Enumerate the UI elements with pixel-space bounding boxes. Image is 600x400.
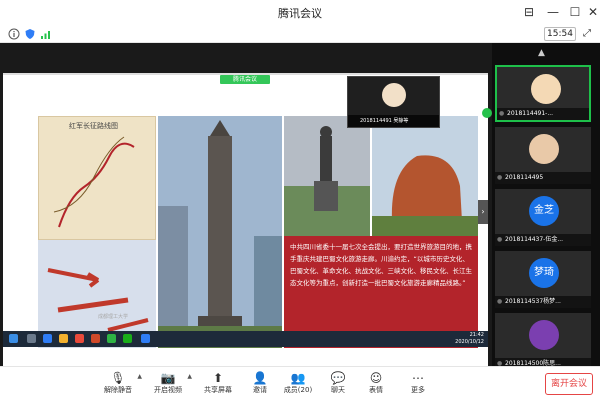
share-label: 共享屏幕	[204, 386, 232, 394]
rock-photo	[372, 116, 478, 236]
chevron-up-icon[interactable]: ▲	[187, 373, 192, 380]
more-label: 更多	[411, 386, 425, 394]
windows-icon	[9, 334, 18, 343]
chevron-up-icon[interactable]: ▲	[538, 48, 545, 58]
slide-footer: 成都理工大学	[98, 314, 129, 320]
video-button[interactable]: 📷 开启视频 ▲	[146, 371, 192, 399]
powerpoint-icon	[91, 334, 100, 343]
taskbar-date: 2020/10/12	[455, 339, 484, 345]
folder-icon	[59, 334, 68, 343]
info-icon[interactable]	[8, 28, 20, 40]
monument-drawing	[158, 116, 282, 348]
participant-avatar	[529, 134, 559, 164]
taskview-icon	[27, 334, 36, 343]
participant-panel: ▲ ● 2018114491-... ● 2018114495 金芝 ● 201…	[492, 43, 600, 370]
monument-photo	[158, 116, 282, 348]
more-button[interactable]: ⋯ 更多	[396, 371, 440, 399]
fullscreen-icon[interactable]: ⤢	[580, 27, 594, 41]
wechat-icon	[107, 334, 116, 343]
close-button[interactable]: ✕	[584, 3, 600, 21]
meeting-clock: 15:54	[544, 27, 576, 41]
mute-label: 解除静音	[104, 386, 132, 394]
collapse-panel-icon[interactable]: ›	[478, 200, 488, 224]
participant-name: 2018114495	[495, 172, 591, 184]
rock-drawing	[372, 116, 478, 236]
bottom-toolbar: 🎙 解除静音 ▲ 📷 开启视频 ▲ ⬆ 共享屏幕 👤 邀请 👥 成员(20) 💬…	[0, 366, 600, 400]
chevron-up-icon[interactable]: ▲	[137, 373, 142, 380]
participant-avatar	[531, 74, 561, 104]
app-icon	[123, 334, 132, 343]
camera-off-icon: 📷	[160, 371, 176, 385]
presenter-name: 2018114491 吴静等	[348, 115, 439, 127]
members-icon: 👥	[290, 371, 306, 385]
participant-tile[interactable]: ● 2018114495	[495, 127, 591, 184]
participant-tile[interactable]: 金芝 ● 2018114437-伍金...	[495, 189, 591, 246]
edge-icon	[43, 334, 52, 343]
participant-tile[interactable]: ● 2018114500陈思...	[495, 313, 591, 370]
emoji-button[interactable]: ☺ 表情	[354, 371, 398, 399]
participant-name: 2018114491-...	[497, 108, 589, 120]
pin-icon[interactable]: ⊟	[520, 3, 538, 21]
leave-meeting-button[interactable]: 离开会议	[545, 373, 593, 395]
statue-drawing	[284, 116, 370, 236]
recording-indicator-icon	[482, 108, 492, 118]
taskbar-time: 21:42	[469, 332, 484, 338]
taskbar-clock: 21:42 2020/10/12	[455, 332, 484, 346]
window-title: 腾讯会议	[278, 7, 322, 20]
mute-button[interactable]: 🎙 解除静音 ▲	[96, 371, 142, 399]
members-label: 成员(20)	[283, 386, 313, 394]
shared-taskbar: 21:42 2020/10/12	[3, 331, 488, 347]
minimize-button[interactable]: —	[544, 3, 562, 21]
emoji-label: 表情	[369, 386, 383, 394]
mic-muted-icon: 🎙	[110, 371, 126, 385]
share-screen-icon: ⬆	[212, 371, 224, 385]
presenter-video[interactable]: 2018114491 吴静等	[347, 76, 440, 128]
participant-avatar	[529, 320, 559, 350]
participant-avatar: 梦琦	[529, 258, 559, 288]
map-route-drawing	[53, 136, 135, 228]
long-march-map-image: 红军长征路线图	[38, 116, 156, 240]
participant-tile[interactable]: 梦琦 ● 2018114537杨梦...	[495, 251, 591, 308]
shield-icon[interactable]	[24, 28, 36, 40]
participant-avatar: 金芝	[529, 196, 559, 226]
more-icon: ⋯	[412, 371, 424, 385]
sharing-indicator: 腾讯会议	[220, 75, 270, 84]
statue-photo	[284, 116, 370, 236]
participant-tile[interactable]: ● 2018114491-...	[495, 65, 591, 122]
tencent-meeting-icon	[141, 334, 150, 343]
chrome-icon	[75, 334, 84, 343]
title-bar: 腾讯会议 ⊟ — ☐ ✕	[0, 0, 600, 25]
signal-icon[interactable]	[40, 28, 52, 40]
presenter-avatar	[382, 83, 406, 107]
participant-name: 2018114537杨梦...	[495, 296, 591, 308]
members-button[interactable]: 👥 成员(20)	[276, 371, 320, 399]
share-screen-button[interactable]: ⬆ 共享屏幕	[196, 371, 240, 399]
emoji-icon: ☺	[369, 371, 383, 385]
maximize-button[interactable]: ☐	[566, 3, 584, 21]
participant-name: 2018114437-伍金...	[495, 234, 591, 246]
info-bar: 15:54 ⤢	[0, 25, 600, 43]
video-label: 开启视频	[154, 386, 182, 394]
